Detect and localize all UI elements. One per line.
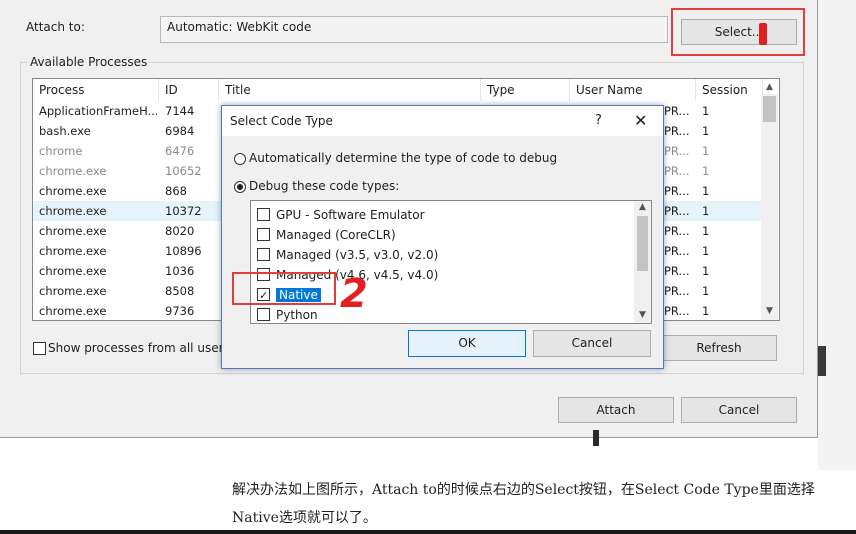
- code-type-label: Managed (v3.5, v3.0, v2.0): [276, 248, 439, 262]
- process-name-cell: chrome.exe: [39, 264, 107, 278]
- code-type-item[interactable]: Python: [257, 305, 318, 323]
- user-name-cell: PR...: [664, 224, 690, 238]
- bottom-border: [0, 530, 856, 534]
- cancel-button[interactable]: Cancel: [681, 397, 797, 423]
- process-id-cell: 10372: [165, 204, 202, 218]
- show-all-users-label: Show processes from all users: [48, 341, 230, 355]
- annotation-step-two: 2: [340, 271, 368, 317]
- user-name-cell: PR...: [664, 304, 690, 318]
- attach-to-field: Automatic: WebKit code: [160, 16, 668, 43]
- code-type-item[interactable]: GPU - Software Emulator: [257, 205, 425, 225]
- column-header-type[interactable]: Type: [481, 79, 570, 101]
- refresh-button[interactable]: Refresh: [661, 335, 777, 361]
- user-name-cell: PR...: [664, 244, 690, 258]
- process-list-scrollbar[interactable]: [761, 94, 778, 320]
- scroll-down-icon[interactable]: ▼: [761, 306, 778, 316]
- session-cell: 1: [702, 104, 710, 118]
- column-header-id[interactable]: ID: [159, 79, 219, 101]
- process-id-cell: 8508: [165, 284, 195, 298]
- session-cell: 1: [702, 224, 710, 238]
- select-code-type-dialog: Select Code Type ? ✕ Automatically deter…: [221, 105, 664, 369]
- process-id-cell: 6984: [165, 124, 195, 138]
- user-name-cell: PR...: [664, 164, 690, 178]
- annotation-step-one-mark: [759, 23, 767, 45]
- process-name-cell: chrome.exe: [39, 304, 107, 318]
- user-name-cell: PR...: [664, 184, 690, 198]
- user-name-cell: PR...: [664, 144, 690, 158]
- process-id-cell: 1036: [165, 264, 195, 278]
- close-icon[interactable]: ✕: [634, 111, 647, 130]
- process-name-cell: chrome.exe: [39, 244, 107, 258]
- code-type-checkbox[interactable]: [257, 308, 270, 321]
- process-id-cell: 8020: [165, 224, 195, 238]
- annotation-box-native: [232, 272, 336, 305]
- process-name-cell: chrome.exe: [39, 284, 107, 298]
- attach-to-label: Attach to:: [26, 20, 85, 34]
- session-cell: 1: [702, 204, 710, 218]
- user-name-cell: PR...: [664, 124, 690, 138]
- session-cell: 1: [702, 244, 710, 258]
- session-cell: 1: [702, 184, 710, 198]
- user-name-cell: PR...: [664, 104, 690, 118]
- process-id-cell: 868: [165, 184, 187, 198]
- background-window-edge: [818, 346, 826, 376]
- column-header-process[interactable]: Process: [33, 79, 159, 101]
- process-name-cell: chrome.exe: [39, 224, 107, 238]
- debug-these-types-radio[interactable]: [234, 181, 246, 193]
- code-type-label: GPU - Software Emulator: [276, 208, 425, 222]
- available-processes-label: Available Processes: [28, 55, 150, 69]
- help-icon[interactable]: ?: [595, 113, 602, 128]
- background-window-strip: [818, 0, 856, 470]
- user-name-cell: PR...: [664, 284, 690, 298]
- process-id-cell: 9736: [165, 304, 195, 318]
- process-id-cell: 6476: [165, 144, 195, 158]
- column-header-user-name[interactable]: User Name: [570, 79, 696, 101]
- ok-button[interactable]: OK: [408, 330, 526, 357]
- code-type-list[interactable]: GPU - Software Emulator Managed (CoreCLR)…: [250, 200, 652, 324]
- process-id-cell: 10896: [165, 244, 202, 258]
- session-cell: 1: [702, 264, 710, 278]
- attach-button[interactable]: Attach: [558, 397, 674, 423]
- session-cell: 1: [702, 164, 710, 178]
- code-scroll-down-icon[interactable]: ▼: [634, 310, 651, 320]
- process-name-cell: chrome.exe: [39, 164, 107, 178]
- session-cell: 1: [702, 144, 710, 158]
- annotation-box-select: [671, 8, 805, 56]
- process-name-cell: chrome.exe: [39, 204, 107, 218]
- process-name-cell: bash.exe: [39, 124, 91, 138]
- auto-detect-radio[interactable]: [234, 153, 246, 165]
- code-type-checkbox[interactable]: [257, 228, 270, 241]
- code-type-label: Managed (CoreCLR): [276, 228, 396, 242]
- auto-detect-label: Automatically determine the type of code…: [249, 151, 558, 165]
- column-header-title[interactable]: Title: [219, 79, 481, 101]
- process-id-cell: 10652: [165, 164, 202, 178]
- code-type-scroll-thumb[interactable]: [637, 216, 648, 271]
- code-scroll-up-icon[interactable]: ▲: [634, 202, 651, 212]
- code-type-label: Python: [276, 308, 318, 322]
- session-cell: 1: [702, 284, 710, 298]
- session-cell: 1: [702, 304, 710, 318]
- user-name-cell: PR...: [664, 264, 690, 278]
- process-name-cell: chrome.exe: [39, 184, 107, 198]
- process-name-cell: chrome: [39, 144, 83, 158]
- code-type-item[interactable]: Managed (CoreCLR): [257, 225, 396, 245]
- code-type-checkbox[interactable]: [257, 208, 270, 221]
- process-id-cell: 7144: [165, 104, 195, 118]
- dialog-title: Select Code Type: [230, 114, 333, 128]
- debug-these-types-label: Debug these code types:: [249, 179, 400, 193]
- user-name-cell: PR...: [664, 204, 690, 218]
- session-cell: 1: [702, 124, 710, 138]
- code-type-item[interactable]: Managed (v3.5, v3.0, v2.0): [257, 245, 438, 265]
- background-window-edge-small: [593, 430, 599, 446]
- column-header-session[interactable]: Session: [696, 79, 763, 101]
- scroll-up-icon[interactable]: ▲: [761, 82, 778, 92]
- code-type-cancel-button[interactable]: Cancel: [533, 330, 651, 357]
- show-all-users-checkbox[interactable]: [33, 342, 46, 355]
- code-type-checkbox[interactable]: [257, 248, 270, 261]
- process-name-cell: ApplicationFrameH...: [39, 104, 157, 118]
- process-list-scroll-thumb[interactable]: [763, 96, 776, 122]
- article-caption: 解决办法如上图所示，Attach to的时候点右边的Select按钮，在Sele…: [232, 482, 815, 526]
